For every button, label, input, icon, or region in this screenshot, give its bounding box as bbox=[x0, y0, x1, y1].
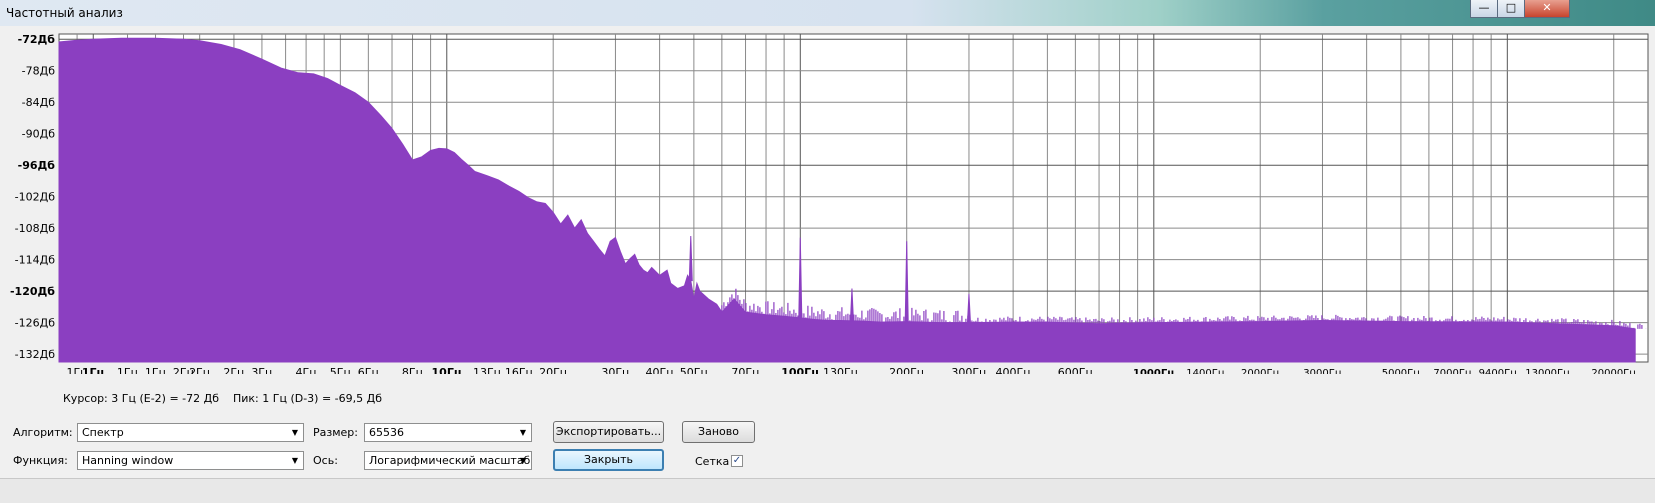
function-label: Функция: bbox=[13, 454, 68, 467]
x-tick-label: 1000Гц bbox=[1133, 368, 1175, 374]
x-tick-label: 20000Гц bbox=[1591, 368, 1636, 374]
minimize-button[interactable]: — bbox=[1470, 0, 1498, 18]
x-tick-label: 13000Гц bbox=[1525, 368, 1570, 374]
chevron-down-icon: ▼ bbox=[519, 428, 527, 437]
x-tick-label: 100Гц bbox=[781, 366, 819, 374]
size-label: Размер: bbox=[313, 426, 358, 439]
x-tick-label: 200Гц bbox=[889, 366, 924, 374]
minimize-icon: — bbox=[1478, 1, 1490, 14]
axis-select[interactable]: Логарифмический масштаб ▼ bbox=[364, 451, 532, 470]
x-tick-label: 1Гц bbox=[82, 366, 105, 374]
export-button[interactable]: Экспортировать... bbox=[553, 421, 664, 443]
close-window-button[interactable]: ✕ bbox=[1524, 0, 1570, 18]
chevron-down-icon: ▼ bbox=[519, 456, 527, 465]
x-tick-label: 16Гц bbox=[505, 366, 533, 374]
y-tick-label: -90Дб bbox=[22, 128, 56, 141]
x-tick-label: 40Гц bbox=[646, 366, 674, 374]
y-tick-label: -78Дб bbox=[22, 65, 56, 78]
x-tick-label: 7000Гц bbox=[1433, 368, 1472, 374]
x-tick-label: 50Гц bbox=[680, 366, 708, 374]
chevron-down-icon: ▼ bbox=[291, 428, 299, 437]
algorithm-label: Алгоритм: bbox=[13, 426, 73, 439]
x-tick-label: 1Гц bbox=[117, 366, 138, 374]
x-tick-label: 8Гц bbox=[402, 366, 423, 374]
x-tick-label: 2Гц bbox=[223, 366, 244, 374]
spectrum-chart[interactable]: -72Дб -78Дб -84Дб -90Дб -96Дб -102Дб -108Дб -11… bbox=[0, 26, 1655, 374]
cursor-peak-status: Курсор: 3 Гц (E-2) = -72 Дб Пик: 1 Гц (D… bbox=[63, 392, 383, 405]
x-tick-label: 300Гц bbox=[951, 366, 986, 374]
y-tick-label: -108Дб bbox=[15, 222, 56, 235]
window-title: Частотный анализ bbox=[6, 6, 123, 20]
y-tick-label: -84Дб bbox=[22, 96, 56, 109]
x-tick-label: 4Гц bbox=[295, 366, 316, 374]
algorithm-select[interactable]: Спектр ▼ bbox=[77, 423, 304, 442]
x-tick-label: 9400Гц bbox=[1479, 368, 1518, 374]
x-tick-label: 5000Гц bbox=[1382, 368, 1421, 374]
x-tick-label: 5Гц bbox=[330, 366, 351, 374]
status-bar bbox=[0, 478, 1655, 503]
size-select[interactable]: 65536 ▼ bbox=[364, 423, 532, 442]
x-tick-label: 1Гц bbox=[145, 366, 166, 374]
chevron-down-icon: ▼ bbox=[291, 456, 299, 465]
x-tick-label: 13Гц bbox=[473, 366, 501, 374]
size-value: 65536 bbox=[369, 426, 404, 439]
y-tick-label: -120Дб bbox=[10, 285, 55, 298]
x-tick-label: 1400Гц bbox=[1186, 368, 1225, 374]
x-tick-label: 70Гц bbox=[731, 366, 759, 374]
y-tick-label: -132Дб bbox=[15, 348, 56, 361]
x-tick-label: 30Гц bbox=[601, 366, 629, 374]
x-tick-label: 3Гц bbox=[251, 366, 272, 374]
maximize-icon: □ bbox=[1505, 1, 1517, 14]
grid-label: Сетка bbox=[695, 455, 730, 468]
x-tick-label: 130Гц bbox=[823, 366, 858, 374]
x-tick-label: 3000Гц bbox=[1303, 368, 1342, 374]
close-button[interactable]: Закрыть bbox=[553, 449, 664, 471]
y-tick-label: -126Дб bbox=[15, 317, 56, 330]
x-tick-label: 2000Гц bbox=[1241, 368, 1280, 374]
grid-checkbox[interactable]: ✓ bbox=[731, 455, 743, 467]
axis-label: Ось: bbox=[313, 454, 338, 467]
title-bar: Частотный анализ — □ ✕ bbox=[0, 0, 1655, 26]
y-tick-label: -102Дб bbox=[15, 191, 56, 204]
maximize-button[interactable]: □ bbox=[1497, 0, 1525, 18]
y-tick-label: -96Дб bbox=[18, 159, 56, 172]
x-tick-label: 600Гц bbox=[1058, 366, 1093, 374]
x-tick-label: 6Гц bbox=[358, 366, 379, 374]
algorithm-value: Спектр bbox=[82, 426, 124, 439]
y-tick-label: -114Дб bbox=[15, 254, 56, 267]
spectrum-chart-svg[interactable]: -72Дб -78Дб -84Дб -90Дб -96Дб -102Дб -108Дб -11… bbox=[0, 26, 1655, 374]
function-select[interactable]: Hanning window ▼ bbox=[77, 451, 304, 470]
reset-button[interactable]: Заново bbox=[682, 421, 755, 443]
axis-value: Логарифмический масштаб bbox=[369, 454, 531, 467]
x-tick-label: 10Гц bbox=[432, 366, 462, 374]
x-tick-label: 20Гц bbox=[539, 366, 567, 374]
x-tick-label: 400Гц bbox=[996, 366, 1031, 374]
x-tick-label: 2Гц bbox=[189, 366, 210, 374]
function-value: Hanning window bbox=[82, 454, 174, 467]
close-icon: ✕ bbox=[1542, 1, 1552, 14]
y-tick-label: -72Дб bbox=[18, 33, 56, 46]
